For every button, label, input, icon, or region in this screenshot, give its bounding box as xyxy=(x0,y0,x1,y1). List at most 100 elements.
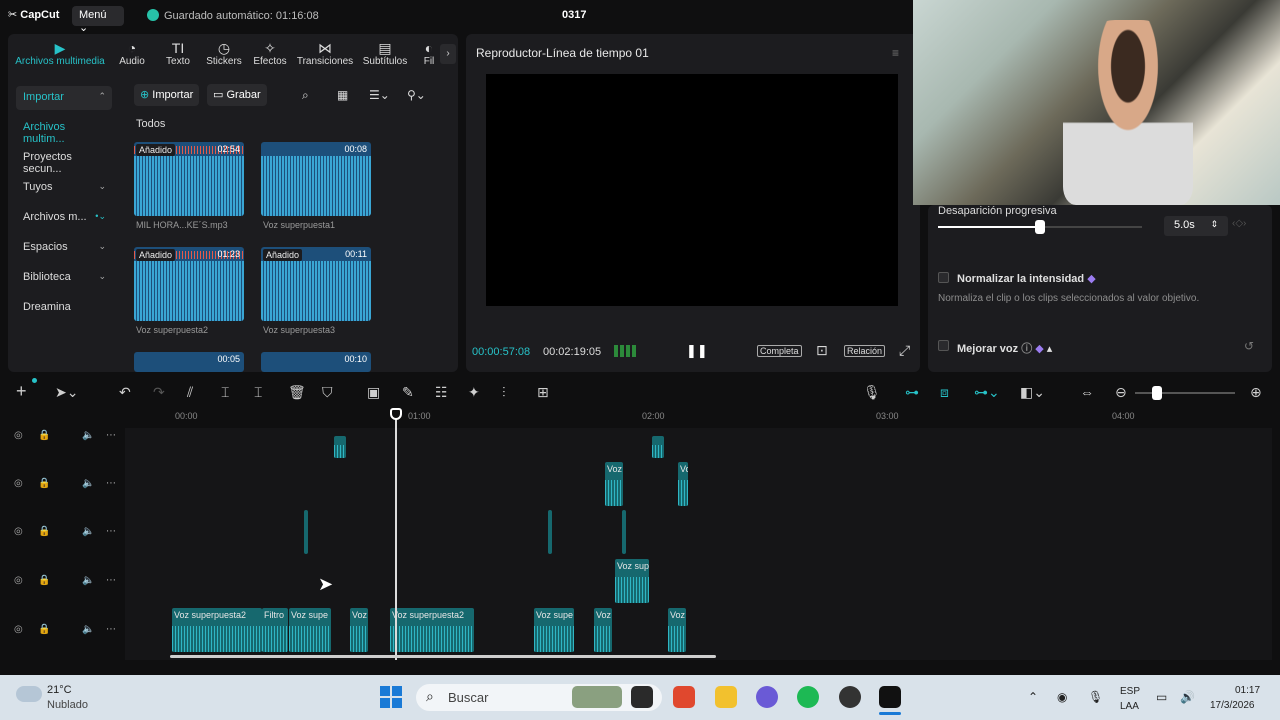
clock-date[interactable]: 17/3/2026 xyxy=(1210,700,1255,711)
audio-clip[interactable] xyxy=(652,436,664,458)
tabs-next-button[interactable]: › xyxy=(440,44,456,64)
tab-transitions[interactable]: ⋈ Transiciones xyxy=(296,40,354,67)
menu-icon[interactable]: ≡ xyxy=(892,46,899,60)
media-item[interactable]: 00:05 xyxy=(134,352,244,372)
file-explorer-dark-icon[interactable] xyxy=(631,686,653,708)
project-title[interactable]: 0317 xyxy=(562,9,586,21)
display-icon[interactable]: ▭ xyxy=(1156,690,1167,704)
tab-text[interactable]: TI Texto xyxy=(160,40,196,67)
stepper-icon[interactable]: ⇕ xyxy=(1210,219,1218,230)
lock-icon[interactable]: 🔒 xyxy=(38,575,50,586)
split-right-icon[interactable]: ⌶ xyxy=(254,384,262,401)
eye-icon[interactable]: ◎ xyxy=(14,575,23,586)
timeline-ruler[interactable] xyxy=(125,408,1272,428)
tab-subtitles[interactable]: ▤ Subtítulos xyxy=(360,40,410,67)
discord-icon[interactable] xyxy=(756,686,778,708)
volume-icon[interactable]: 🔈 xyxy=(82,430,94,441)
volume-icon[interactable]: 🔈 xyxy=(82,526,94,537)
sidebar-item-secondary-projects[interactable]: Proyectos secun... xyxy=(16,146,112,175)
pause-icon[interactable]: ❚❚ xyxy=(686,343,708,359)
crop-icon[interactable]: ⊞ xyxy=(537,384,549,401)
zoom-in-icon[interactable]: ⊕ xyxy=(1250,384,1262,401)
preview-axis-icon[interactable]: ◧⌄ xyxy=(1020,384,1045,401)
audio-clip[interactable] xyxy=(334,436,346,458)
search-icon[interactable]: ⌕ xyxy=(302,88,309,103)
select-tool-icon[interactable]: ➤⌄ xyxy=(55,384,78,401)
sort-icon[interactable]: ☰⌄ xyxy=(369,88,390,102)
audio-clip[interactable]: Voz xyxy=(605,462,623,506)
speaker-icon[interactable]: 🔊 xyxy=(1180,690,1195,704)
sidebar-item-media[interactable]: Archivos multim... xyxy=(16,116,112,145)
playhead[interactable] xyxy=(395,410,397,660)
freeze-icon[interactable]: ▣ xyxy=(367,384,380,401)
clock-time[interactable]: 01:17 xyxy=(1235,685,1260,696)
zoom-fit-icon[interactable]: ⊡ xyxy=(816,342,828,359)
network-icon[interactable]: ◉ xyxy=(1057,690,1067,704)
media-item[interactable]: Añadido 02:54 xyxy=(134,142,244,216)
redo-icon[interactable]: ↷ xyxy=(153,384,165,401)
language-code[interactable]: ESP xyxy=(1120,686,1140,697)
full-quality-button[interactable]: Completa xyxy=(757,345,802,357)
import-button[interactable]: ⊕ Importar xyxy=(134,84,200,106)
split-left-icon[interactable]: ⌶ xyxy=(221,384,229,401)
obs-icon[interactable] xyxy=(839,686,861,708)
grid-view-icon[interactable]: ▦ xyxy=(337,88,348,102)
tab-filters[interactable]: ◐ Fil xyxy=(418,40,440,67)
lock-icon[interactable]: 🔒 xyxy=(38,430,50,441)
fade-value-input[interactable]: 5.0s ⇕ xyxy=(1164,216,1228,236)
ai-effect-icon[interactable]: ✎ xyxy=(402,384,414,401)
timeline-scrollbar[interactable] xyxy=(170,655,716,658)
audio-clip[interactable]: Voz xyxy=(350,608,368,652)
volume-icon[interactable]: 🔈 xyxy=(82,575,94,586)
audio-split-icon[interactable]: ⫶ xyxy=(502,384,506,401)
eye-icon[interactable]: ◎ xyxy=(14,430,23,441)
audio-clip[interactable]: Filtro xyxy=(262,608,288,652)
more-icon[interactable]: ⋯ xyxy=(106,575,116,586)
eye-icon[interactable]: ◎ xyxy=(14,478,23,489)
audio-clip[interactable]: Voz xyxy=(668,608,686,652)
audio-clip[interactable]: Voz sup xyxy=(615,559,649,603)
adjust-icon[interactable]: ☷ xyxy=(435,384,448,401)
media-item[interactable]: Añadido 00:11 xyxy=(261,247,371,321)
audio-clip[interactable]: Voz supe xyxy=(534,608,574,652)
tab-effects[interactable]: ✧ Efectos xyxy=(252,40,288,67)
playhead-handle[interactable] xyxy=(390,408,402,420)
zoom-slider-knob[interactable] xyxy=(1152,386,1162,400)
add-track-icon[interactable]: + xyxy=(16,381,27,402)
tab-stickers[interactable]: ◷ Stickers xyxy=(204,40,244,67)
microphone-tray-icon[interactable]: 🎙 xyxy=(1088,690,1103,704)
filter-icon[interactable]: ⚲⌄ xyxy=(407,88,426,102)
weather-temperature[interactable]: 21°C xyxy=(47,684,72,696)
keyframe-icon[interactable]: ‹◇› xyxy=(1232,218,1246,229)
preview-screen[interactable] xyxy=(486,74,898,306)
magic-icon[interactable]: ✦ xyxy=(468,384,480,401)
zoom-out-icon[interactable]: ⊖ xyxy=(1115,384,1127,401)
lock-icon[interactable]: 🔒 xyxy=(38,478,50,489)
fade-slider-knob[interactable] xyxy=(1035,220,1045,234)
undo-icon[interactable]: ↶ xyxy=(119,384,131,401)
marker-icon[interactable]: ⛉ xyxy=(322,384,333,401)
folder-icon[interactable] xyxy=(715,686,737,708)
more-icon[interactable]: ⋯ xyxy=(106,478,116,489)
media-item[interactable]: 00:08 xyxy=(261,142,371,216)
ratio-button[interactable]: Relación xyxy=(844,345,886,357)
chevron-up-icon[interactable]: ▴ xyxy=(1047,343,1053,355)
menu-button[interactable]: Menú ⌄ xyxy=(72,6,124,34)
lock-icon[interactable]: 🔒 xyxy=(38,624,50,635)
weather-description[interactable]: Nublado xyxy=(47,699,88,711)
tab-audio[interactable]: ◔ Audio xyxy=(114,40,150,67)
sidebar-item-spaces[interactable]: Espacios ⌄ xyxy=(16,236,112,260)
media-item[interactable]: 00:10 xyxy=(261,352,371,372)
snap-icon[interactable]: ⧈ xyxy=(940,384,949,401)
enhance-voice-checkbox[interactable] xyxy=(938,340,949,351)
audio-clip[interactable] xyxy=(622,510,626,554)
linkage-icon[interactable]: ⊶⌄ xyxy=(974,384,1000,401)
sidebar-item-files[interactable]: Archivos m... •⌄ xyxy=(16,206,112,230)
lock-icon[interactable]: 🔒 xyxy=(38,526,50,537)
split-icon[interactable]: ⫽ xyxy=(187,384,193,401)
tab-media[interactable]: ▶ Archivos multimedia xyxy=(12,40,108,67)
audio-clip[interactable]: Voz supe xyxy=(289,608,331,652)
sidebar-item-dreamina[interactable]: Dreamina xyxy=(16,296,112,320)
microphone-icon[interactable]: 🎙 xyxy=(863,384,881,401)
record-button[interactable]: ▭ Grabar xyxy=(207,84,267,106)
